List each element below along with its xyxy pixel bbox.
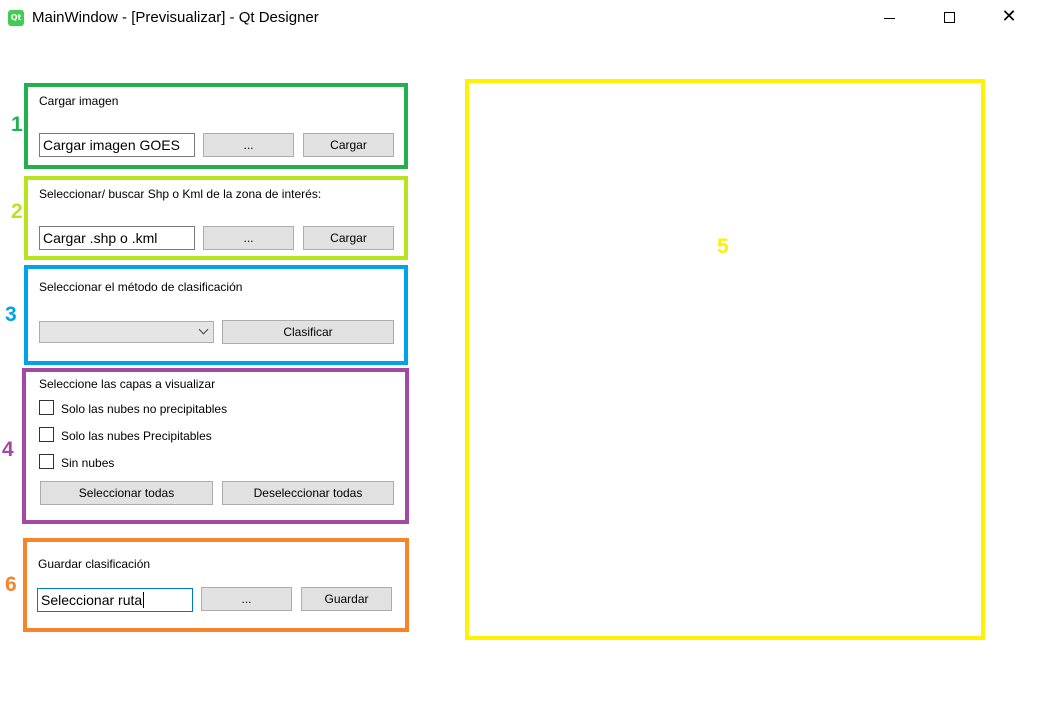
title-bar: Qt MainWindow - [Previsualizar] - Qt Des… [0, 0, 1040, 36]
section-4-number: 4 [2, 438, 14, 461]
section-6-frame [23, 538, 409, 632]
select-all-button[interactable]: Seleccionar todas [40, 481, 213, 505]
section-5-number: 5 [717, 235, 729, 258]
window-title: MainWindow - [Previsualizar] - Qt Design… [32, 9, 319, 26]
layers-label: Seleccione las capas a visualizar [39, 377, 216, 391]
checkbox-no-precipitable-label: Solo las nubes no precipitables [61, 402, 228, 416]
minimize-icon [884, 18, 895, 19]
section-3-number: 3 [5, 303, 17, 326]
text-caret [143, 592, 145, 608]
qt-designer-icon: Qt [8, 10, 24, 26]
save-path-input[interactable]: Seleccionar ruta [37, 588, 193, 612]
close-icon: ✕ [1001, 6, 1017, 27]
checkbox-precipitable-label: Solo las nubes Precipitables [61, 429, 212, 443]
shp-kml-input[interactable]: Cargar .shp o .kml [39, 226, 195, 250]
browse-save-path-button[interactable]: ... [201, 587, 292, 611]
section-1-number: 1 [11, 113, 23, 136]
deselect-all-button[interactable]: Deseleccionar todas [222, 481, 394, 505]
browse-shp-button[interactable]: ... [203, 226, 294, 250]
classify-button[interactable]: Clasificar [222, 320, 394, 344]
close-button[interactable]: ✕ [986, 0, 1032, 36]
load-image-label: Cargar imagen [39, 94, 119, 108]
checkbox-no-precipitable[interactable] [39, 400, 54, 415]
classification-method-combo[interactable] [39, 321, 214, 343]
classification-method-label: Seleccionar el método de clasificación [39, 280, 243, 294]
goes-image-input[interactable]: Cargar imagen GOES [39, 133, 195, 157]
load-image-button[interactable]: Cargar [303, 133, 394, 157]
checkbox-precipitable[interactable] [39, 427, 54, 442]
maximize-icon [944, 12, 955, 23]
shp-kml-label: Seleccionar/ buscar Shp o Kml de la zona… [39, 187, 322, 201]
checkbox-no-clouds[interactable] [39, 454, 54, 469]
section-6-number: 6 [5, 573, 17, 596]
save-path-text: Seleccionar ruta [41, 592, 143, 608]
checkbox-no-clouds-label: Sin nubes [61, 456, 115, 470]
browse-image-button[interactable]: ... [203, 133, 294, 157]
save-button[interactable]: Guardar [301, 587, 392, 611]
save-classification-label: Guardar clasificación [38, 557, 151, 571]
minimize-button[interactable] [866, 0, 912, 36]
load-shp-button[interactable]: Cargar [303, 226, 394, 250]
section-5-frame [465, 79, 985, 640]
section-2-number: 2 [11, 200, 23, 223]
maximize-button[interactable] [926, 0, 972, 36]
chevron-down-icon [198, 324, 209, 335]
